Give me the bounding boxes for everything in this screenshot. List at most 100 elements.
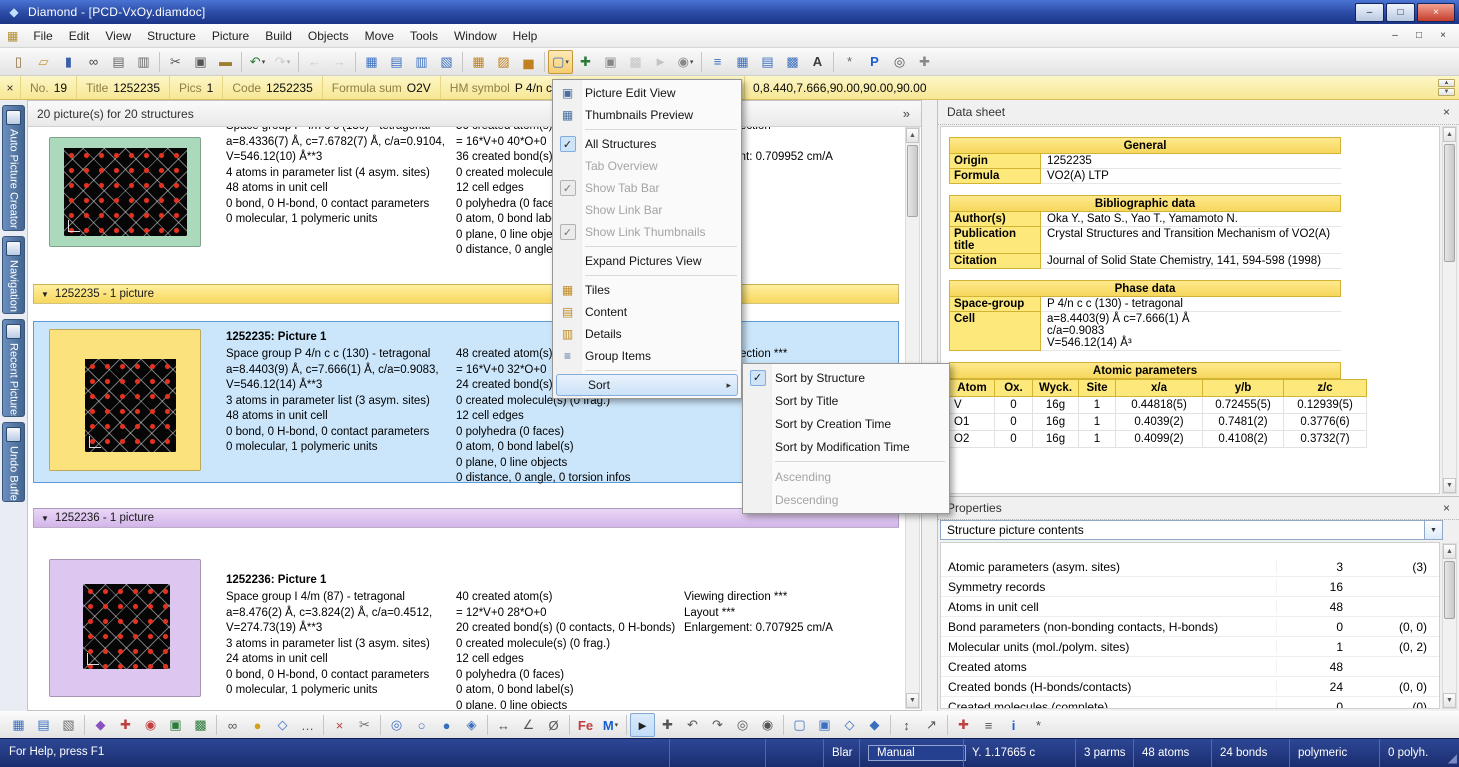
- copy-icon[interactable]: ▣: [188, 50, 213, 74]
- add-all-atoms-icon[interactable]: ◉: [138, 713, 163, 737]
- new-document-icon[interactable]: ▯: [6, 50, 31, 74]
- iron-element-icon[interactable]: Fe: [573, 713, 598, 737]
- sidebar-tab-navigation[interactable]: Navigation: [2, 236, 25, 314]
- spin-down-button[interactable]: ▼: [1438, 88, 1455, 96]
- menu-item-sort-by-structure[interactable]: ✓Sort by Structure: [744, 366, 948, 389]
- rotate-right-icon[interactable]: ↷: [705, 713, 730, 737]
- polyhedra-icon[interactable]: ◇: [270, 713, 295, 737]
- ruler-icon[interactable]: ≡: [976, 713, 1001, 737]
- resize-grip[interactable]: ◢: [1448, 751, 1457, 765]
- options-icon[interactable]: *: [1026, 713, 1051, 737]
- model-wire-icon[interactable]: ○: [409, 713, 434, 737]
- destroy-icon[interactable]: ×: [327, 713, 352, 737]
- datasheet-scrollbar[interactable]: ▲ ▼: [1442, 126, 1457, 494]
- property-row-atoms-in-unit-cell[interactable]: Atoms in unit cell48: [941, 597, 1439, 617]
- tools-icon[interactable]: *: [837, 50, 862, 74]
- video-icon[interactable]: ►: [648, 50, 673, 74]
- report-icon[interactable]: A: [805, 50, 830, 74]
- menubar-item-build[interactable]: Build: [257, 25, 300, 47]
- measure-distance-icon[interactable]: ↔: [491, 713, 516, 737]
- powder-pattern-icon[interactable]: P: [862, 50, 887, 74]
- spin-icon[interactable]: ◉: [755, 713, 780, 737]
- sidebar-tab-undo-buffer[interactable]: Undo Buffer: [2, 422, 25, 502]
- sidebar-tab-auto-picture-creator[interactable]: Auto Picture Creator: [2, 105, 25, 231]
- open-icon[interactable]: ▱: [31, 50, 56, 74]
- menu-item-thumbnails-preview[interactable]: ▦Thumbnails Preview: [554, 104, 740, 126]
- close-button[interactable]: ×: [1417, 3, 1455, 22]
- distances-table-icon[interactable]: ▥: [409, 50, 434, 74]
- print-preview-icon[interactable]: ▥: [131, 50, 156, 74]
- mdi-minimize-button[interactable]: –: [1385, 28, 1405, 43]
- view-a-axis-icon[interactable]: ▢: [787, 713, 812, 737]
- property-row-bond-parameters-non-bonding-contacts-h-bonds[interactable]: Bond parameters (non-bonding contacts, H…: [941, 617, 1439, 637]
- redo-icon[interactable]: ↷▾: [270, 50, 295, 74]
- find-icon[interactable]: ∞: [81, 50, 106, 74]
- cut-icon[interactable]: ✂: [163, 50, 188, 74]
- model-spacefill-icon[interactable]: ●: [434, 713, 459, 737]
- data-sheet-icon[interactable]: ▤: [384, 50, 409, 74]
- packing-range-icon[interactable]: ▩: [188, 713, 213, 737]
- menu-item-content[interactable]: ▤Content: [554, 301, 740, 323]
- tiles-view-icon[interactable]: ▦: [730, 50, 755, 74]
- scroll-down-icon[interactable]: ▼: [1443, 478, 1456, 493]
- info-icon[interactable]: i: [1001, 713, 1026, 737]
- fill-cell-icon[interactable]: ▣: [163, 713, 188, 737]
- h-bonds-icon[interactable]: …: [295, 713, 320, 737]
- zoom-icon[interactable]: ◎: [730, 713, 755, 737]
- menu-item-show-link-thumbnails[interactable]: ✓Show Link Thumbnails: [554, 221, 740, 243]
- menu-item-group-items[interactable]: ≡Group Items: [554, 345, 740, 367]
- menubar-item-file[interactable]: File: [25, 25, 60, 47]
- spacegroup-icon[interactable]: ▤: [31, 713, 56, 737]
- save-icon[interactable]: ▮: [56, 50, 81, 74]
- edit-parameters-icon[interactable]: ▧: [56, 713, 81, 737]
- properties-category-select[interactable]: Structure picture contents ▼: [940, 520, 1443, 540]
- create-bonds-icon[interactable]: ●: [245, 713, 270, 737]
- menu-item-tab-overview[interactable]: Tab Overview: [554, 155, 740, 177]
- thumbnails-view-icon[interactable]: ▩: [780, 50, 805, 74]
- property-row-symmetry-records[interactable]: Symmetry records16: [941, 577, 1439, 597]
- menu-item-sort-by-creation-time[interactable]: Sort by Creation Time: [744, 412, 948, 435]
- grid-view-icon[interactable]: ▨: [491, 50, 516, 74]
- structure-thumbnail[interactable]: [49, 559, 201, 697]
- measure-angle-icon[interactable]: ∠: [516, 713, 541, 737]
- menu-item-all-structures[interactable]: ✓All Structures: [554, 133, 740, 155]
- property-row-created-bonds-h-bonds-contacts[interactable]: Created bonds (H-bonds/contacts)24(0, 0): [941, 677, 1439, 697]
- menu-item-sort-by-modification-time[interactable]: Sort by Modification Time: [744, 435, 948, 458]
- search-structure-icon[interactable]: ◎: [887, 50, 912, 74]
- settings-icon[interactable]: ✚: [912, 50, 937, 74]
- atomic-data-row[interactable]: V016g10.44818(5)0.72455(5)0.12939(5): [950, 397, 1367, 414]
- axes-icon[interactable]: ✚: [951, 713, 976, 737]
- atomic-data-row[interactable]: O2016g10.4099(2)0.4108(2)0.3732(7): [950, 431, 1367, 448]
- paste-icon[interactable]: ▬: [213, 50, 238, 74]
- details-view-icon[interactable]: ▤: [755, 50, 780, 74]
- menubar-item-edit[interactable]: Edit: [61, 25, 98, 47]
- scroll-down-icon[interactable]: ▼: [906, 693, 919, 708]
- scroll-thumb[interactable]: [907, 145, 918, 217]
- structure-table-icon[interactable]: ▦: [359, 50, 384, 74]
- add-atoms-icon[interactable]: ✚: [113, 713, 138, 737]
- scroll-up-icon[interactable]: ▲: [1443, 544, 1456, 559]
- fly-mode-icon[interactable]: ↗: [919, 713, 944, 737]
- picture-views-icon[interactable]: ▢▾: [548, 50, 573, 74]
- properties-scrollbar[interactable]: ▲ ▼: [1442, 543, 1457, 709]
- maximize-button[interactable]: □: [1386, 3, 1415, 22]
- list-view-icon[interactable]: ≡: [705, 50, 730, 74]
- menubar-item-tools[interactable]: Tools: [402, 25, 446, 47]
- property-row-molecular-units-mol-polym-sites[interactable]: Molecular units (mol./polym. sites)1(0, …: [941, 637, 1439, 657]
- chevron-down-icon[interactable]: ▼: [1424, 521, 1442, 539]
- view-b-axis-icon[interactable]: ▣: [812, 713, 837, 737]
- molecule-label-icon[interactable]: M▾: [598, 713, 623, 737]
- data-brush-icon[interactable]: ▧: [434, 50, 459, 74]
- undo-icon[interactable]: ↶▾: [245, 50, 270, 74]
- copy-picture-icon[interactable]: ▣: [598, 50, 623, 74]
- menubar-item-move[interactable]: Move: [357, 25, 402, 47]
- scroll-up-icon[interactable]: ▲: [906, 128, 919, 143]
- menubar-item-structure[interactable]: Structure: [139, 25, 204, 47]
- scroll-down-icon[interactable]: ▼: [1443, 693, 1456, 708]
- capture-icon[interactable]: ◉▾: [673, 50, 698, 74]
- scroll-up-icon[interactable]: ▲: [1443, 127, 1456, 142]
- picture-entry-title[interactable]: 1252236: Picture 1: [226, 574, 326, 586]
- model-polyhedra-icon[interactable]: ◈: [459, 713, 484, 737]
- back-icon[interactable]: ←: [302, 50, 327, 74]
- overflow-chevron-button[interactable]: »: [903, 106, 910, 121]
